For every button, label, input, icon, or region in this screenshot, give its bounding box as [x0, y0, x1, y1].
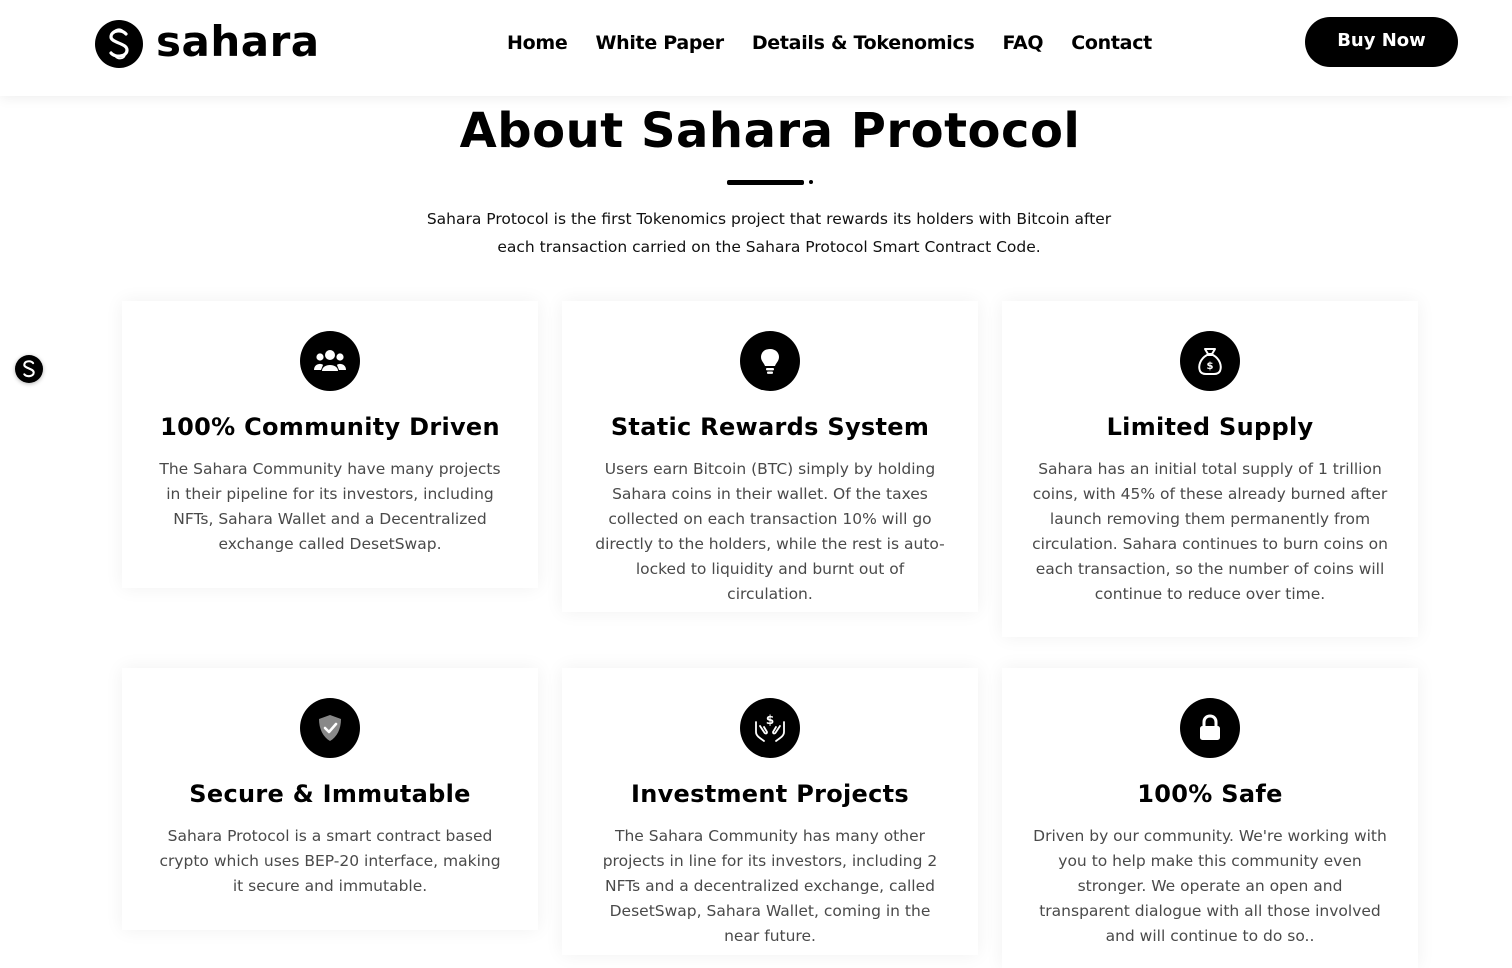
feature-title: 100% Safe: [1137, 780, 1283, 808]
feature-card: 100% Safe Driven by our community. We're…: [1002, 668, 1418, 968]
feature-card: 100% Community Driven The Sahara Communi…: [122, 301, 538, 588]
feature-title: 100% Community Driven: [160, 413, 500, 441]
feature-card: Secure & Immutable Sahara Protocol is a …: [122, 668, 538, 930]
section-title: About Sahara Protocol: [459, 103, 1081, 159]
feature-text: Sahara has an initial total supply of 1 …: [1032, 460, 1388, 603]
title-dot: [809, 180, 813, 184]
lightbulb-icon: [740, 331, 800, 391]
brand-name: sahara: [156, 17, 320, 66]
feature-text: Sahara Protocol is a smart contract base…: [159, 827, 501, 895]
title-underline: [727, 180, 804, 185]
feature-text: Driven by our community. We're working w…: [1033, 827, 1387, 945]
svg-text:$: $: [1207, 361, 1214, 372]
feature-card: Static Rewards System Users earn Bitcoin…: [562, 301, 978, 612]
nav-details-tokenomics[interactable]: Details & Tokenomics: [752, 32, 975, 54]
lock-icon: [1180, 698, 1240, 758]
sahara-logo-icon: [95, 20, 143, 68]
feature-title: Static Rewards System: [610, 413, 930, 441]
section-description: Sahara Protocol is the first Tokenomics …: [426, 210, 1112, 256]
nav-home[interactable]: Home: [507, 32, 568, 54]
money-bag-icon: $: [1180, 331, 1240, 391]
nav-contact[interactable]: Contact: [1071, 32, 1152, 54]
nav-faq[interactable]: FAQ: [1003, 32, 1044, 54]
feature-title: Investment Projects: [631, 780, 909, 808]
feature-title: Secure & Immutable: [189, 780, 471, 808]
users-icon: [300, 331, 360, 391]
feature-card: $ Investment Projects The Sahara Communi…: [562, 668, 978, 955]
hands-dollar-icon: $: [740, 698, 800, 758]
svg-text:$: $: [766, 713, 774, 727]
feature-text: The Sahara Community has many other proj…: [602, 827, 938, 945]
nav-white-paper[interactable]: White Paper: [595, 32, 724, 54]
sahara-float-icon[interactable]: [15, 355, 43, 383]
feature-card: $ Limited Supply Sahara has an initial t…: [1002, 301, 1418, 637]
feature-title: Limited Supply: [1106, 413, 1314, 441]
feature-text: Users earn Bitcoin (BTC) simply by holdi…: [595, 460, 945, 603]
brand-logo[interactable]: sahara: [95, 19, 320, 69]
shield-check-icon: [300, 698, 360, 758]
feature-text: The Sahara Community have many projects …: [159, 460, 501, 553]
buy-now-button[interactable]: Buy Now: [1305, 17, 1458, 67]
main-nav: Home White Paper Details & Tokenomics FA…: [507, 28, 1180, 58]
site-header: sahara Home White Paper Details & Tokeno…: [0, 0, 1512, 96]
